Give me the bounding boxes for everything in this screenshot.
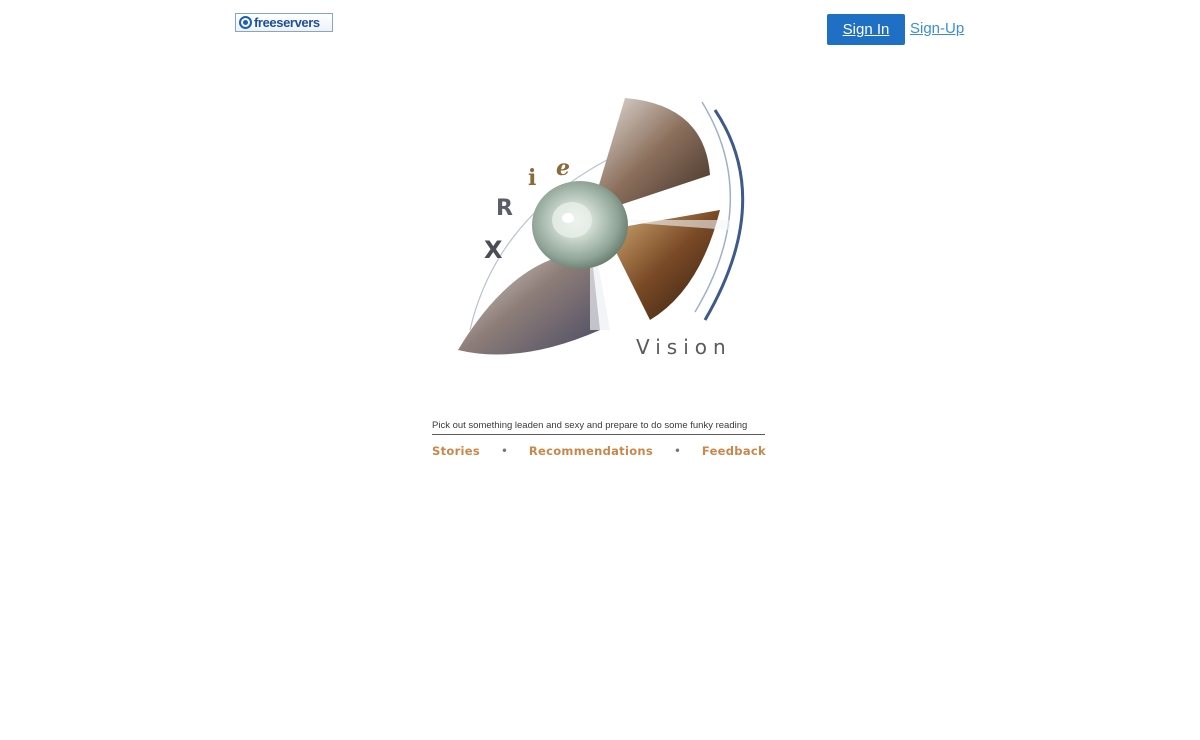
main-nav: Stories • Recommendations • Feedback — [432, 444, 766, 458]
page: freeservers Sign In Sign-Up X R i e Visi… — [0, 0, 1200, 740]
nav-recommendations-link[interactable]: Recommendations — [529, 444, 653, 458]
sign-up-link[interactable]: Sign-Up — [910, 20, 964, 37]
hero-letter-e: e — [556, 155, 570, 181]
hero-letter-r: R — [496, 196, 513, 221]
hero-letter-x: X — [484, 236, 503, 264]
nav-stories-link[interactable]: Stories — [432, 444, 480, 458]
nav-separator: • — [674, 445, 681, 457]
hero-letter-i: i — [528, 165, 536, 191]
logo-text: freeservers — [254, 15, 320, 30]
disc-graphic: X R i e Vision — [458, 98, 745, 359]
freeservers-logo-icon — [239, 16, 252, 29]
nav-separator: • — [501, 445, 508, 457]
nav-feedback-link[interactable]: Feedback — [702, 444, 766, 458]
freeservers-logo[interactable]: freeservers — [235, 13, 333, 32]
sign-in-button[interactable]: Sign In — [827, 14, 905, 45]
hero-subtitle: Vision — [636, 335, 732, 359]
hero-disc-artwork: X R i e Vision — [440, 80, 770, 380]
tagline: Pick out something leaden and sexy and p… — [432, 420, 765, 435]
